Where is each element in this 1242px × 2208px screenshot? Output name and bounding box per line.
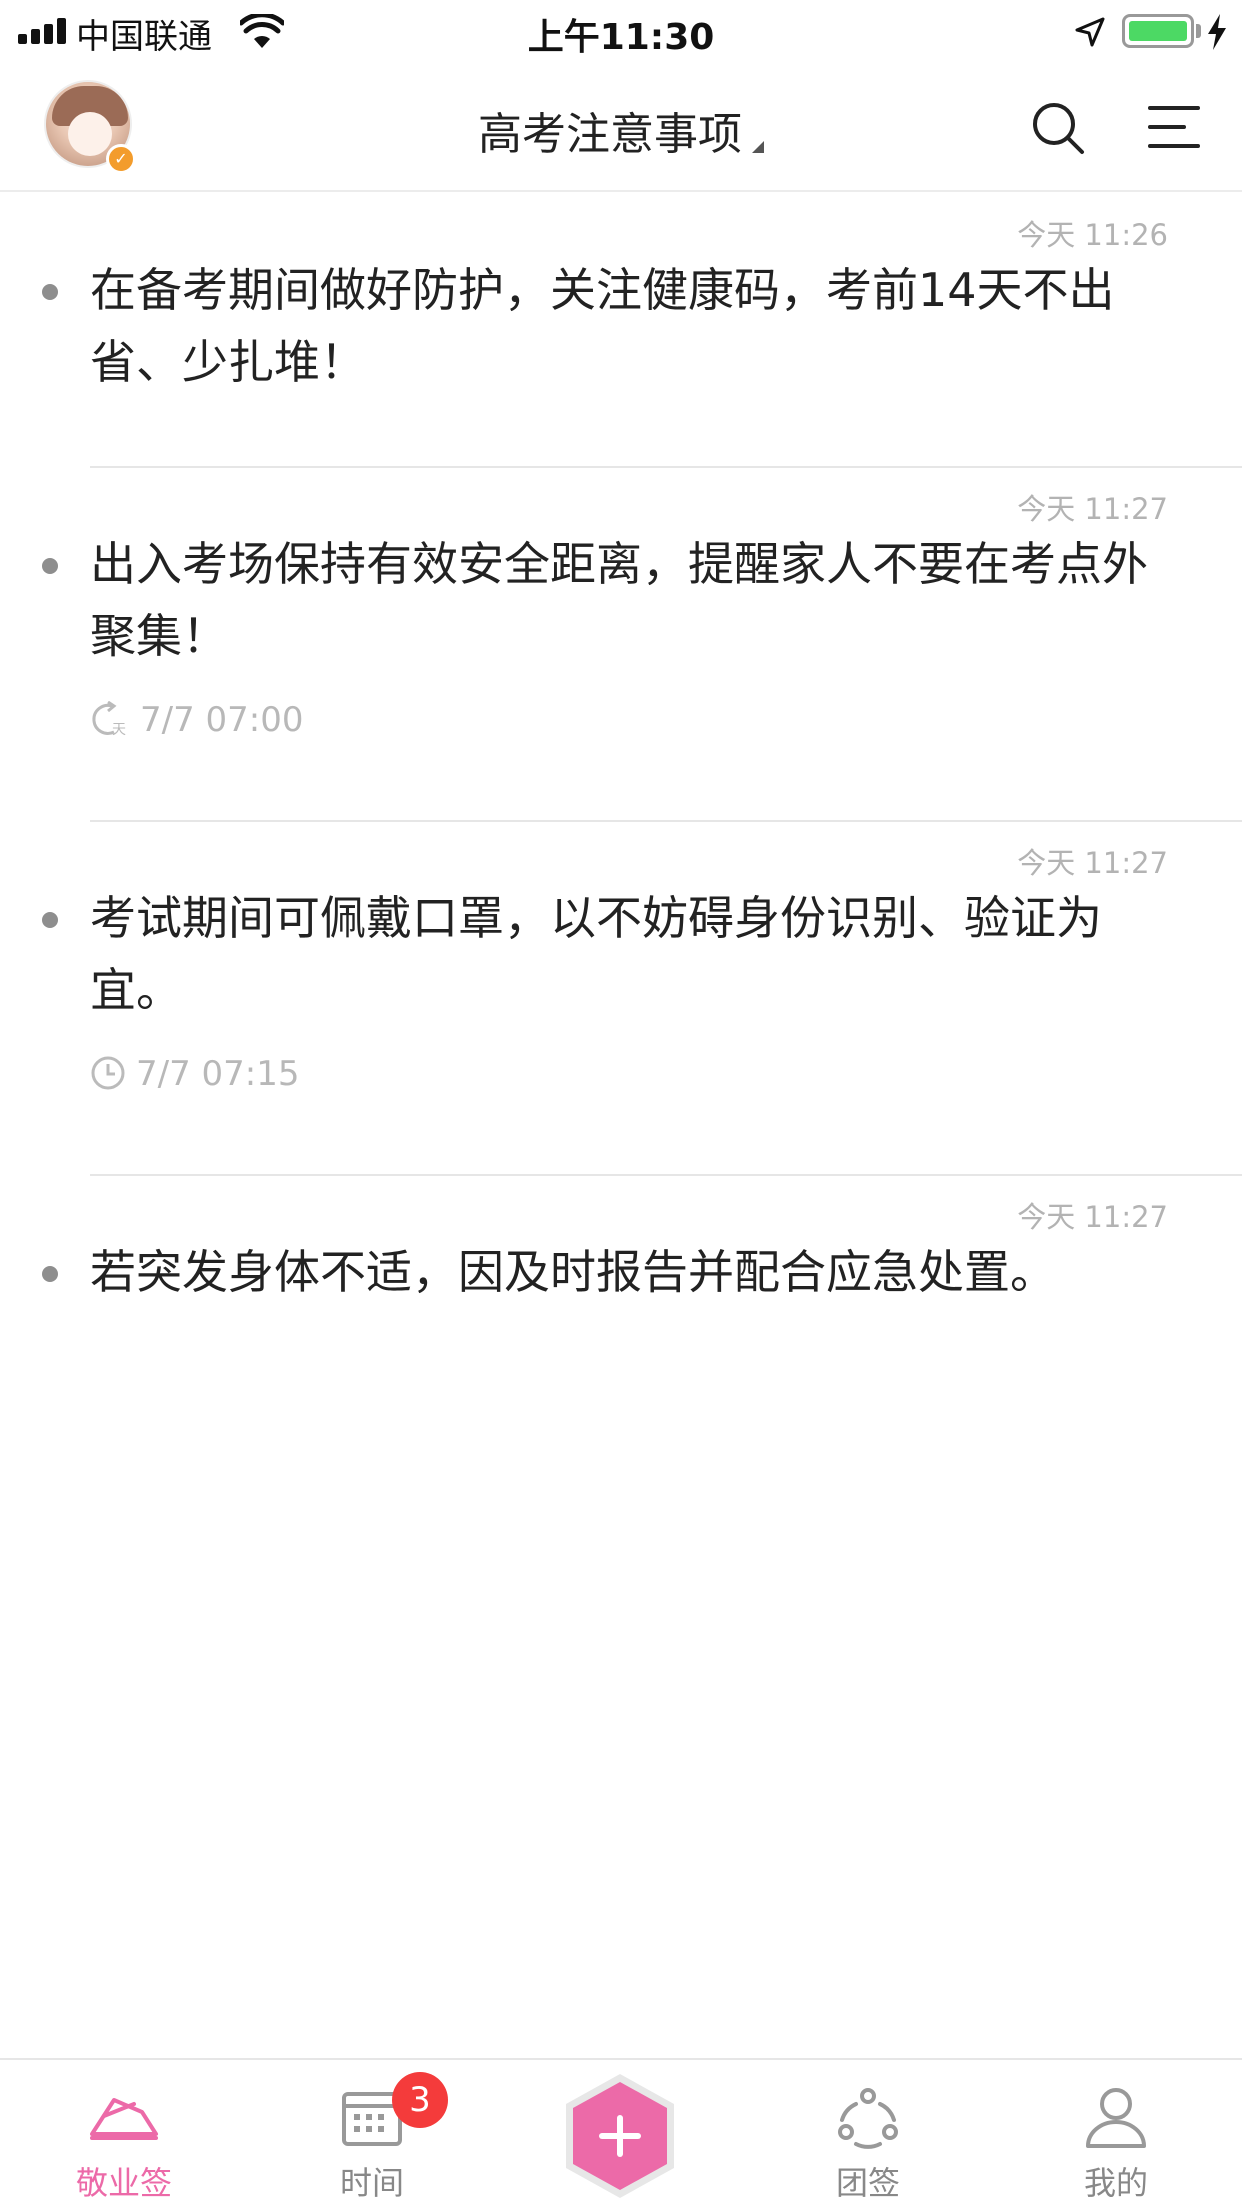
reminder-time: 7/7 07:15 [136,1054,300,1094]
bullet-dot [42,558,58,574]
tab-label: 团签 [835,2164,900,2202]
tab-label: 我的 [1083,2164,1148,2202]
tab-label: 时间 [339,2164,404,2202]
note-timestamp: 今天 11:27 [1017,492,1168,526]
team-icon [838,2088,898,2149]
bullet-dot [42,912,58,928]
note-item[interactable]: 今天 11:27 考试期间可佩戴口罩，以不妨碍身份识别、验证为宜。 7/7 07… [0,822,1242,1176]
page-title: 高考注意事项 [478,109,742,160]
note-item[interactable]: 今天 11:26 在备考期间做好防护，关注健康码，考前14天不出省、少扎堆！ [0,194,1242,468]
note-text: 出入考场保持有效安全距离，提醒家人不要在考点外聚集！ [90,537,1148,663]
tab-team[interactable]: 团签 [768,2060,968,2208]
note-item[interactable]: 今天 11:27 出入考场保持有效安全距离，提醒家人不要在考点外聚集！ 天 7/… [0,468,1242,822]
clock-icon [91,1056,125,1090]
note-text: 在备考期间做好防护，关注健康码，考前14天不出省、少扎堆！ [90,263,1115,389]
bottom-tab-bar: 敬业签 时间 3 团签 我的 [0,2058,1242,2208]
note-reminder[interactable]: 7/7 07:15 [90,1054,300,1094]
add-note-button[interactable] [560,2070,680,2202]
profile-icon [1086,2088,1146,2148]
note-timestamp: 今天 11:26 [1017,218,1168,252]
notification-badge: 3 [392,2072,448,2128]
bullet-dot [42,284,58,300]
tab-notes[interactable]: 敬业签 [24,2060,224,2208]
bullet-dot [42,1266,58,1282]
reminder-time: 7/7 07:00 [140,700,304,740]
status-bar: 中国联通 上午11:30 [0,0,1242,64]
search-icon[interactable] [1030,100,1086,156]
note-reminder[interactable]: 天 7/7 07:00 [90,700,304,740]
tab-label: 敬业签 [75,2164,172,2202]
location-arrow-icon [1075,17,1105,47]
notebook-icon [90,2098,158,2140]
note-text: 若突发身体不适，因及时报告并配合应急处置。 [90,1245,1056,1299]
note-timestamp: 今天 11:27 [1017,1200,1168,1234]
tab-profile[interactable]: 我的 [1016,2060,1216,2208]
note-item[interactable]: 今天 11:27 若突发身体不适，因及时报告并配合应急处置。 [0,1176,1242,1336]
caret-down-icon [752,141,764,153]
note-text: 考试期间可佩戴口罩，以不妨碍身份识别、验证为宜。 [90,891,1102,1017]
charging-bolt-icon [1208,14,1226,50]
status-time: 上午11:30 [527,17,715,58]
svg-text:天: 天 [112,722,126,737]
battery-cap [1196,24,1201,38]
menu-icon[interactable] [1148,104,1200,150]
repeat-daily-icon: 天 [92,700,126,738]
note-timestamp: 今天 11:27 [1017,846,1168,880]
battery-icon [1122,14,1194,48]
app-header: ✓ 高考注意事项 [0,64,1242,192]
